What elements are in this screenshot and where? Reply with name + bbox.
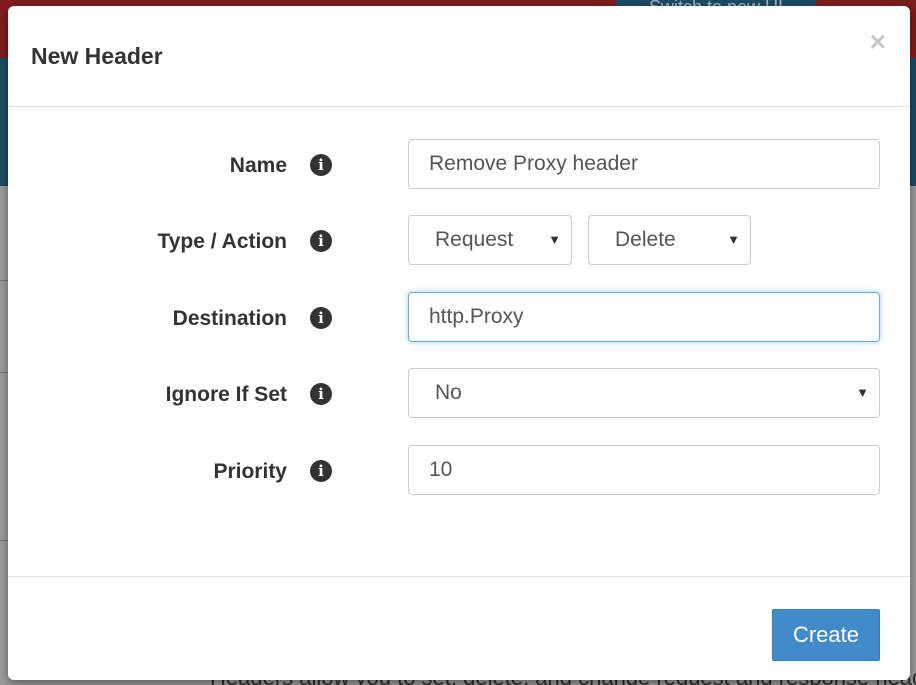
destination-row: Destination i http.Proxy bbox=[8, 292, 910, 346]
destination-input[interactable]: http.Proxy bbox=[408, 292, 880, 342]
info-icon[interactable]: i bbox=[310, 460, 332, 482]
name-label: Name bbox=[229, 154, 287, 177]
close-icon[interactable]: × bbox=[870, 28, 886, 56]
type-action-label: Type / Action bbox=[157, 230, 287, 253]
create-button[interactable]: Create bbox=[772, 609, 880, 661]
modal-header: New Header × bbox=[8, 6, 910, 107]
ignore-if-set-label: Ignore If Set bbox=[165, 383, 287, 406]
caret-down-icon: ▼ bbox=[548, 232, 561, 247]
caret-down-icon: ▼ bbox=[856, 385, 869, 400]
destination-label: Destination bbox=[172, 307, 287, 330]
new-header-dialog: New Header × Name i Remove Proxy header … bbox=[8, 6, 910, 680]
caret-down-icon: ▼ bbox=[727, 232, 740, 247]
info-icon[interactable]: i bbox=[310, 154, 332, 176]
priority-label: Priority bbox=[213, 460, 287, 483]
modal-footer: Create bbox=[8, 576, 910, 681]
ignore-if-set-value: No bbox=[435, 381, 462, 404]
ignore-if-set-row: Ignore If Set i No ▼ bbox=[8, 368, 910, 422]
name-input[interactable]: Remove Proxy header bbox=[408, 139, 880, 189]
priority-row: Priority i 10 bbox=[8, 445, 910, 499]
ignore-if-set-select[interactable]: No ▼ bbox=[408, 368, 880, 418]
name-row: Name i Remove Proxy header bbox=[8, 139, 910, 193]
action-select-value: Delete bbox=[615, 228, 676, 251]
info-icon[interactable]: i bbox=[310, 307, 332, 329]
action-select[interactable]: Delete ▼ bbox=[588, 215, 751, 265]
type-select-value: Request bbox=[435, 228, 514, 251]
type-select[interactable]: Request ▼ bbox=[408, 215, 572, 265]
modal-title: New Header bbox=[31, 43, 163, 69]
priority-input[interactable]: 10 bbox=[408, 445, 880, 495]
info-icon[interactable]: i bbox=[310, 230, 332, 252]
info-icon[interactable]: i bbox=[310, 383, 332, 405]
type-action-row: Type / Action i Request ▼ Delete ▼ bbox=[8, 215, 910, 269]
